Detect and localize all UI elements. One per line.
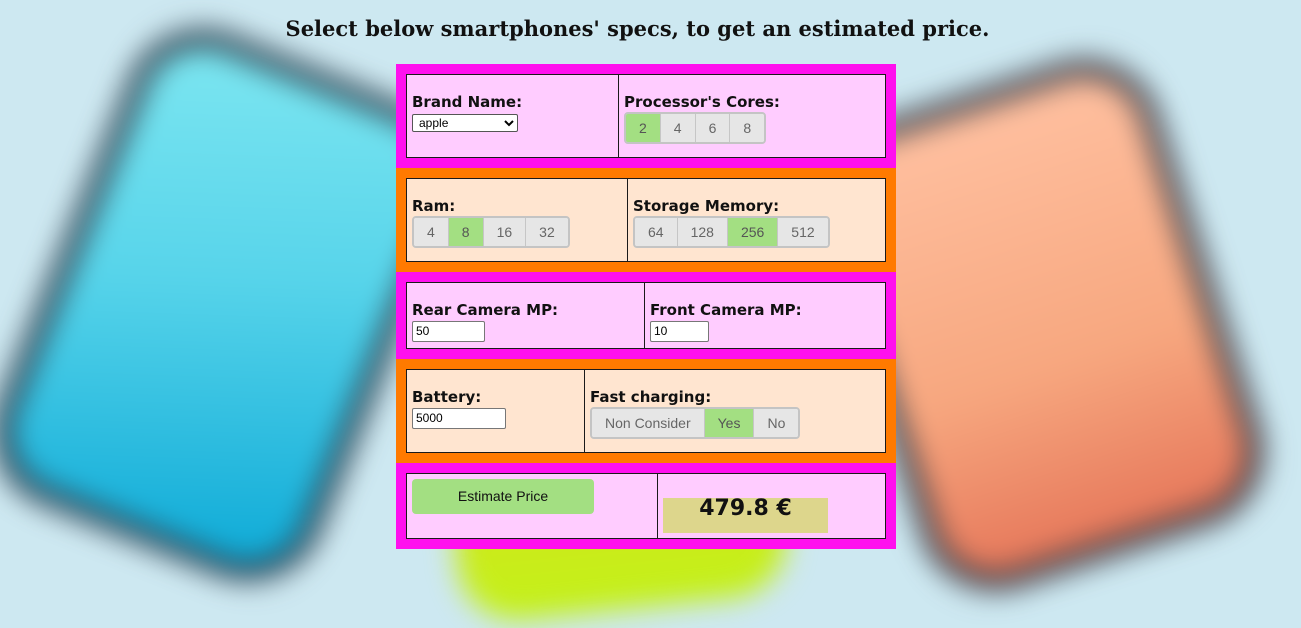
storage-cell: Storage Memory: 64 128 256 512 [627,179,885,261]
fast-charging-option[interactable]: No [753,409,799,437]
storage-option[interactable]: 64 [635,218,677,246]
band-brand-cores: Brand Name: apple Processor's Cores: 2 4… [396,64,896,168]
ram-option[interactable]: 4 [414,218,448,246]
storage-option[interactable]: 256 [726,218,778,246]
front-camera-label: Front Camera MP: [650,301,802,319]
front-camera-cell: Front Camera MP: [644,283,885,348]
fast-charging-option[interactable]: Yes [703,409,754,437]
rear-camera-cell: Rear Camera MP: [407,283,644,348]
estimate-price-button[interactable]: Estimate Price [412,479,594,514]
fast-charging-cell: Fast charging: Non Consider Yes No [584,370,885,452]
cores-option[interactable]: 8 [729,114,765,142]
rear-camera-input[interactable] [412,320,485,342]
ram-label: Ram: [412,197,456,215]
background-phone-blue [0,29,457,581]
cores-option[interactable]: 4 [659,114,695,142]
storage-segmented: 64 128 256 512 [633,216,830,248]
brand-cell: Brand Name: apple [407,75,618,157]
ram-cell: Ram: 4 8 16 32 [407,179,627,261]
result-cell: 479.8 € [657,474,885,538]
storage-option[interactable]: 128 [676,218,727,246]
ram-option[interactable]: 16 [482,218,526,246]
brand-label: Brand Name: [412,93,523,111]
estimate-cell: Estimate Price [407,474,657,538]
battery-cell: Battery: [407,370,584,452]
band-battery-charging: Battery: Fast charging: Non Consider Yes… [396,359,896,463]
spec-form: Brand Name: apple Processor's Cores: 2 4… [396,64,896,549]
fast-charging-segmented: Non Consider Yes No [590,407,801,439]
band-estimate: Estimate Price 479.8 € [396,463,896,549]
estimated-price-value: 479.8 € [663,498,828,533]
brand-select[interactable]: apple [412,114,518,132]
rear-camera-label: Rear Camera MP: [412,301,559,319]
band-cameras: Rear Camera MP: Front Camera MP: [396,272,896,359]
ram-segmented: 4 8 16 32 [412,216,570,248]
cores-option[interactable]: 2 [626,114,660,142]
battery-input[interactable] [412,407,506,429]
battery-label: Battery: [412,388,482,406]
page-title: Select below smartphones' specs, to get … [285,16,990,41]
cores-label: Processor's Cores: [624,93,780,111]
storage-label: Storage Memory: [633,197,780,215]
ram-option[interactable]: 8 [447,218,483,246]
storage-option[interactable]: 512 [777,218,828,246]
fast-charging-option[interactable]: Non Consider [592,409,704,437]
ram-option[interactable]: 32 [525,218,568,246]
front-camera-input[interactable] [650,320,709,342]
cores-option[interactable]: 6 [694,114,730,142]
cores-cell: Processor's Cores: 2 4 6 8 [618,75,885,157]
fast-charging-label: Fast charging: [590,388,712,406]
cores-segmented: 2 4 6 8 [624,112,767,144]
band-ram-storage: Ram: 4 8 16 32 Storage Memory: 64 128 25… [396,168,896,272]
